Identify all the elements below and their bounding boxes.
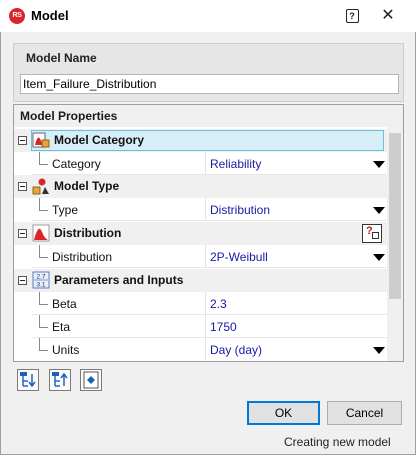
property-value[interactable]: 2.3 [210,297,227,311]
property-name: Units [52,343,80,357]
property-value[interactable]: 2P-Weibull [210,250,268,264]
collapse-all-button[interactable] [49,369,71,391]
property-grid: Model Properties Model Category Category… [13,104,404,362]
property-row-beta[interactable]: Beta 2.3 [14,292,387,315]
title-bar: RS Model ? ✕ [0,0,416,32]
distribution-info-button[interactable]: ? [362,224,382,243]
property-row-type[interactable]: Type Distribution [14,198,387,221]
window-title: Model [31,8,69,23]
svg-text:2.7: 2.7 [36,274,45,281]
svg-text:3.1: 3.1 [36,282,45,289]
description-panel-icon [83,371,99,389]
app-logo-icon: RS [9,8,25,24]
expand-all-icon [20,372,36,388]
collapse-toggle[interactable] [18,182,27,191]
collapse-toggle[interactable] [18,276,27,285]
property-value[interactable]: 1750 [210,320,237,334]
model-name-label: Model Name [26,51,97,65]
property-value[interactable]: Day (day) [210,343,262,357]
model-category-icon [32,132,50,148]
property-name: Type [52,203,79,217]
category-label: Model Type [54,179,120,193]
category-label: Distribution [54,226,122,240]
help-icon: ? [345,9,359,23]
property-row-units[interactable]: Units Day (day) [14,338,387,361]
property-value[interactable]: Reliability [210,157,261,171]
property-grid-title: Model Properties [20,109,118,123]
category-row-model-type[interactable]: Model Type [14,175,387,198]
collapse-all-icon [52,372,68,387]
property-name: Category [52,157,101,171]
vertical-scrollbar[interactable] [387,127,403,361]
show-description-button[interactable] [80,369,102,391]
collapse-toggle[interactable] [18,229,27,238]
collapse-toggle[interactable] [18,136,27,145]
category-row-distribution[interactable]: Distribution ? [14,222,387,245]
category-label: Parameters and Inputs [54,273,184,287]
property-grid-header: Model Properties [14,105,403,127]
expand-all-button[interactable] [17,369,39,391]
dropdown-arrow-icon[interactable] [373,347,385,354]
close-button[interactable]: ✕ [377,5,399,27]
dropdown-arrow-icon[interactable] [373,207,385,214]
cancel-button[interactable]: Cancel [327,401,402,425]
model-name-group: Model Name [13,43,404,102]
property-row-category[interactable]: Category Reliability [14,152,387,175]
category-label: Model Category [54,133,145,147]
property-name: Beta [52,297,77,311]
property-row-distribution[interactable]: Distribution 2P-Weibull [14,245,387,268]
model-name-input[interactable] [20,74,399,94]
property-name: Eta [52,320,71,334]
dropdown-arrow-icon[interactable] [373,161,385,168]
property-value[interactable]: Distribution [210,203,270,217]
dropdown-arrow-icon[interactable] [373,254,385,261]
category-row-model-category[interactable]: Model Category [14,129,387,152]
property-row-eta[interactable]: Eta 1750 [14,315,387,338]
category-row-parameters[interactable]: 2.7 3.1 Parameters and Inputs [14,269,387,292]
parameters-icon: 2.7 3.1 [32,271,50,289]
status-text: Creating new model [284,435,391,449]
scrollbar-thumb[interactable] [389,133,401,299]
ok-button[interactable]: OK [247,401,320,425]
distribution-icon [32,224,50,242]
help-button[interactable]: ? [341,6,363,26]
property-name: Distribution [52,250,113,264]
model-type-icon [32,178,49,195]
